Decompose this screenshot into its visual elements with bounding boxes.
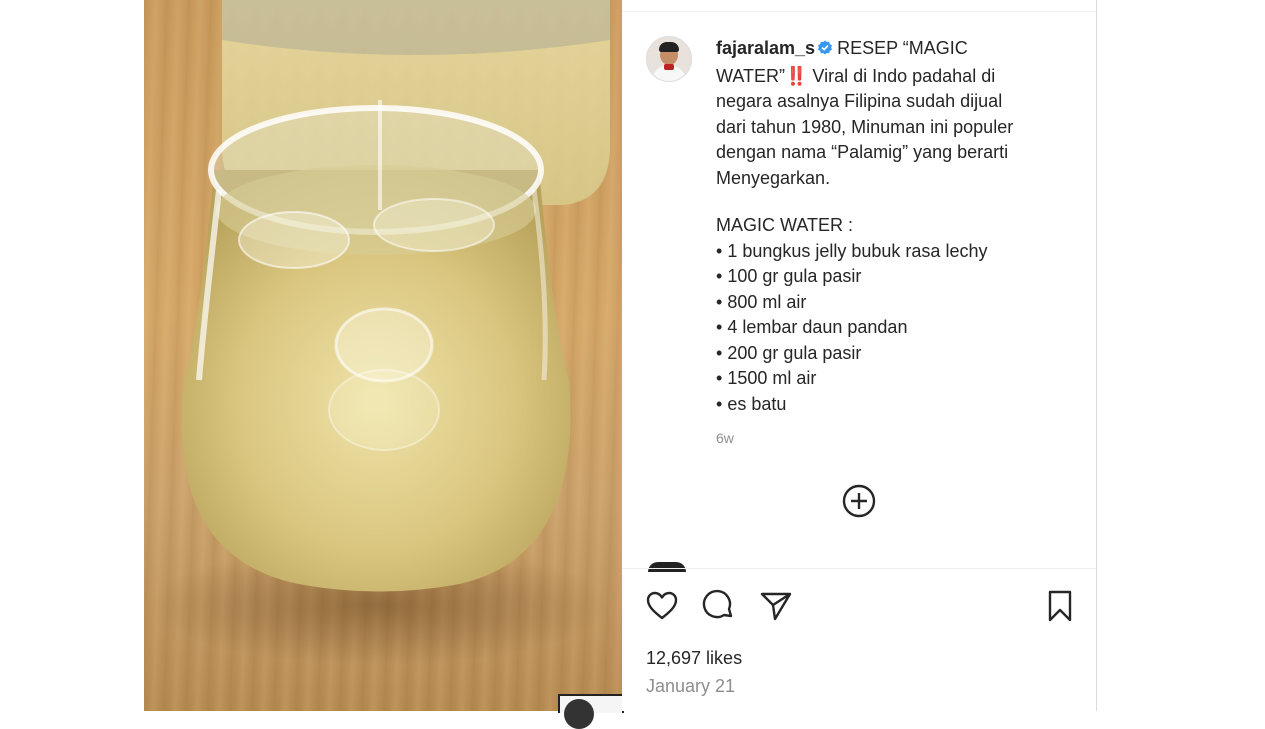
drink-glass-illustration <box>149 0 610 665</box>
recipe-item: 100 gr gula pasir <box>716 264 1066 290</box>
carousel-indicator[interactable] <box>558 694 624 729</box>
recipe-title: MAGIC WATER : <box>716 215 853 235</box>
recipe-item: 1 bungkus jelly bubuk rasa lechy <box>716 239 1066 265</box>
carousel-dot-icon <box>564 699 594 729</box>
caption-line: negara asalnya Filipina sudah dijual <box>716 91 1003 111</box>
caption-line: WATER”‼️ Viral di Indo padahal di <box>716 65 996 86</box>
plus-circle-icon[interactable] <box>842 484 876 518</box>
recipe-item: 200 gr gula pasir <box>716 341 1066 367</box>
heart-icon[interactable] <box>645 589 679 623</box>
paper-plane-icon[interactable] <box>759 589 793 623</box>
caption-line: dari tahun 1980, Minuman ini populer <box>716 116 1014 137</box>
commenter-avatar <box>648 562 686 572</box>
bookmark-icon[interactable] <box>1043 589 1077 623</box>
caption-line: dengan nama “Palamig” yang berarti <box>716 142 1009 162</box>
post-time-ago[interactable]: 6w <box>716 430 734 446</box>
caption-line: RESEP “MAGIC <box>837 38 968 58</box>
recipe-list: MAGIC WATER : 1 bungkus jelly bubuk rasa… <box>716 213 1066 417</box>
recipe-item: 1500 ml air <box>716 366 1066 392</box>
divider <box>622 11 1096 12</box>
post-image[interactable] <box>144 0 622 711</box>
post-details-panel: fajaralam_s RESEP “MAGIC WATER”‼️ Viral d… <box>622 0 1097 711</box>
recipe-item: 4 lembar daun pandan <box>716 315 1066 341</box>
verified-badge-icon <box>817 38 833 64</box>
avatar[interactable] <box>646 36 692 82</box>
post-date: January 21 <box>646 676 736 696</box>
comment-icon[interactable] <box>702 589 736 623</box>
divider <box>622 568 1096 569</box>
username-link[interactable]: fajaralam_s <box>716 38 815 58</box>
recipe-item: es batu <box>716 392 1066 418</box>
caption-line: Menyegarkan. <box>716 167 831 188</box>
likes-count[interactable]: 12,697 likes <box>646 648 742 669</box>
post-caption: fajaralam_s RESEP “MAGIC WATER”‼️ Viral d… <box>716 36 1066 191</box>
recipe-item: 800 ml air <box>716 290 1066 316</box>
